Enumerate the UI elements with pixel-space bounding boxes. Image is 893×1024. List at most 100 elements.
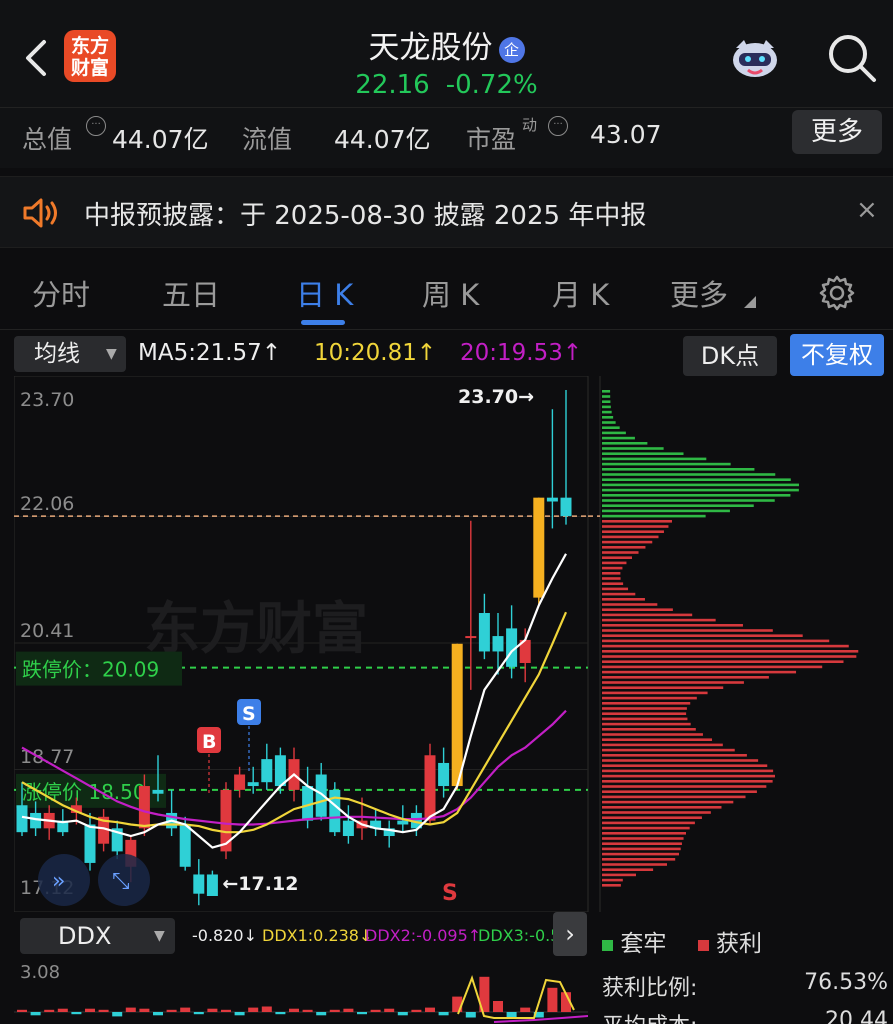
tab-more[interactable]: 更多 (670, 272, 728, 314)
ddx-bar (125, 1007, 136, 1012)
chip-bar (602, 816, 702, 819)
chip-bar (602, 759, 759, 762)
ddx-bar (180, 1007, 191, 1012)
assistant-robot-icon[interactable] (728, 36, 782, 80)
ddx-bar (289, 1008, 299, 1012)
chip-bar (602, 405, 611, 409)
chip-bar (602, 416, 614, 419)
settings-gear-icon[interactable] (818, 274, 856, 312)
chip-bar (602, 525, 669, 528)
candle-body (451, 643, 463, 787)
y-tick-label: 20.41 (20, 620, 74, 642)
ddx-bar (30, 1012, 41, 1016)
float-value: 44.07亿 (334, 125, 431, 154)
chip-bar (602, 478, 791, 481)
pe-label: 市盈 (466, 125, 517, 154)
chip-bar (602, 754, 747, 757)
dk-point-button[interactable]: DK点 (683, 336, 777, 376)
adjust-price-button[interactable]: 不复权 (790, 334, 884, 376)
chip-bar (602, 483, 799, 487)
chip-bar (602, 691, 708, 695)
tab-intraday[interactable]: 分时 (32, 272, 90, 314)
enterprise-badge: 企 (498, 36, 525, 63)
candle-body (478, 613, 490, 652)
candle-body (533, 497, 545, 598)
indicator-dropdown[interactable]: 均线 ▼ (14, 336, 126, 372)
close-icon[interactable]: × (856, 195, 878, 225)
chip-bar (602, 717, 688, 721)
candle-body (438, 762, 450, 787)
ma20-value: 20:19.53↑ (460, 340, 583, 366)
ddx1-value: DDX1:0.238↓ (262, 926, 373, 945)
info-dots-icon[interactable]: ··· (548, 116, 568, 136)
notice-banner[interactable]: 中报预披露：于 2025-08-30 披露 2025 年中报 × (0, 176, 893, 248)
ddx-dropdown[interactable]: DDX ▼ (20, 918, 175, 954)
ddx-bar (57, 1008, 68, 1012)
ddx-bar (316, 1012, 327, 1016)
chip-bar (602, 676, 769, 679)
chip-bar (602, 410, 612, 414)
chip-bar (602, 858, 676, 861)
candle-body (560, 497, 572, 517)
tab-daily-k[interactable]: 日 K (296, 272, 353, 314)
chip-bar (602, 488, 799, 492)
tab-weekly-k[interactable]: 周 K (422, 272, 479, 314)
chip-bar (602, 743, 723, 747)
ddx-bar (44, 1009, 55, 1012)
profit-ratio-label: 获利比例: (602, 976, 698, 1001)
more-stats-button[interactable]: 更多 (792, 110, 882, 154)
chip-bar (602, 624, 743, 627)
ddx-bar (275, 1012, 286, 1015)
total-value-label: 总值 (22, 125, 73, 154)
kline-chart[interactable]: 东方财富23.7022.0620.4118.7717.12跌停价：20.09涨停… (13, 375, 893, 913)
arrows-icon: ⤡ (112, 869, 130, 894)
ddx-bar (17, 1009, 27, 1012)
ddx-bar (85, 1008, 95, 1012)
chip-bar (602, 431, 626, 435)
chip-bar (602, 494, 791, 497)
chip-bar (602, 530, 664, 533)
max-price-label: 23.70→ (458, 386, 534, 408)
ddx-bar (139, 1008, 150, 1012)
ddx-bar (411, 1009, 422, 1012)
change-percent: -0.72% (445, 70, 538, 100)
chip-bar (602, 811, 711, 814)
chip-bar (602, 790, 757, 793)
chip-bar (602, 587, 629, 591)
candle-body (84, 824, 96, 863)
candle-body (247, 782, 259, 787)
chip-bar (602, 390, 611, 393)
search-icon[interactable] (826, 32, 878, 84)
candle-body (329, 789, 341, 833)
chip-bar (602, 738, 713, 741)
candle-body (220, 789, 232, 852)
chip-bar (602, 421, 616, 424)
ddx-bar (166, 1009, 177, 1012)
chip-bar (602, 785, 767, 788)
candle-body (193, 874, 205, 894)
candle-body (546, 497, 558, 502)
ddx-bar (98, 1009, 109, 1012)
chip-bar (602, 821, 695, 825)
next-indicator-button[interactable]: › (553, 912, 587, 956)
tab-five-day[interactable]: 五日 (162, 272, 220, 314)
ddx-bar (520, 1007, 531, 1012)
dropdown-caret-icon: ▼ (106, 346, 117, 362)
chip-bar (602, 514, 706, 518)
ddx-bar (207, 1008, 218, 1012)
chip-bar (602, 670, 797, 674)
chip-bar (602, 842, 682, 845)
chip-bar (602, 774, 775, 778)
y-tick-label: 23.70 (20, 389, 74, 411)
chip-bar (602, 572, 621, 575)
corner-triangle-icon (744, 296, 756, 308)
chip-bar (602, 473, 776, 476)
chip-bar (602, 618, 716, 622)
ma-indicator-bar: 均线 ▼ MA5:21.57↑ 10:20.81↑ 20:19.53↑ DK点 … (0, 334, 893, 376)
chip-bar (602, 462, 731, 466)
tab-monthly-k[interactable]: 月 K (552, 272, 609, 314)
chip-bar (602, 878, 623, 882)
info-dots-icon[interactable]: ··· (86, 116, 106, 136)
y-tick-label: 18.77 (20, 746, 74, 768)
ddx-bar (302, 1009, 313, 1012)
